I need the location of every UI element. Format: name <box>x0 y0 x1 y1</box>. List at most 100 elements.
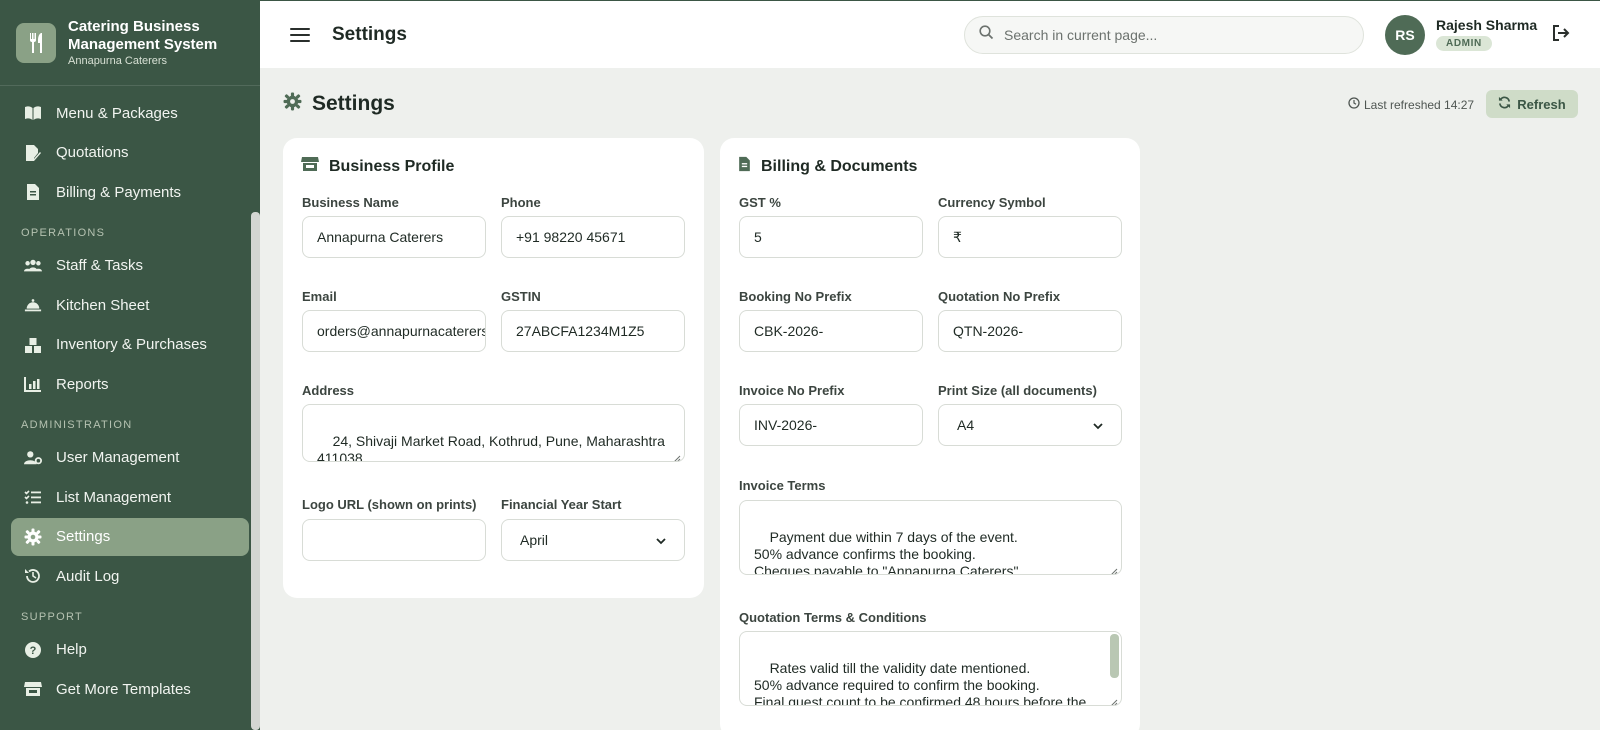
business-name-label: Business Name <box>302 195 399 210</box>
search-input[interactable]: Search in current page... <box>964 16 1364 54</box>
search-placeholder: Search in current page... <box>1004 27 1158 43</box>
history-icon <box>24 567 42 585</box>
sidebar: Catering Business Management System Anna… <box>0 0 260 730</box>
user-name: Rajesh Sharma <box>1436 17 1538 33</box>
svg-text:?: ? <box>30 645 37 657</box>
refresh-button[interactable]: Refresh <box>1486 90 1578 118</box>
invoice-terms-text: Payment due within 7 days of the event. … <box>754 529 1023 575</box>
sidebar-nav: Menu & Packages Quotations Billing & Pay… <box>0 86 260 708</box>
invoice-prefix-input[interactable]: INV-2026- <box>739 404 923 446</box>
gst-label: GST % <box>739 195 781 210</box>
help-icon: ? <box>24 641 42 659</box>
card-title: Business Profile <box>301 156 454 177</box>
gstin-label: GSTIN <box>501 289 541 304</box>
business-name-input[interactable]: Annapurna Caterers <box>302 216 486 258</box>
quotation-terms-textarea[interactable]: Rates valid till the validity date menti… <box>739 631 1122 706</box>
brand-title: Catering Business Management System <box>68 18 218 53</box>
card-title-text: Business Profile <box>329 157 455 175</box>
nav-section-administration: ADMINISTRATION <box>21 418 133 431</box>
gst-input[interactable]: 5 <box>739 216 923 258</box>
store-icon <box>301 156 319 177</box>
print-size-value: A4 <box>957 417 975 433</box>
sidebar-item-user-management[interactable]: User Management <box>11 439 249 477</box>
hamburger-menu-icon[interactable] <box>290 27 310 42</box>
nav-section-operations: OPERATIONS <box>21 226 106 239</box>
sidebar-item-label: User Management <box>56 449 180 466</box>
sidebar-item-label: Menu & Packages <box>56 104 178 122</box>
sidebar-item-help[interactable]: ? Help <box>11 631 249 669</box>
logout-icon[interactable] <box>1552 25 1570 46</box>
file-signature-icon <box>24 144 42 162</box>
resize-grip-icon[interactable] <box>673 450 681 461</box>
fy-start-label: Financial Year Start <box>501 497 622 512</box>
phone-input[interactable]: +91 98220 45671 <box>501 216 685 258</box>
currency-input[interactable]: ₹ <box>938 216 1122 258</box>
people-icon <box>24 257 42 275</box>
sidebar-item-label: Kitchen Sheet <box>56 296 150 314</box>
sidebar-item-reports[interactable]: Reports <box>11 365 249 403</box>
address-textarea[interactable]: 24, Shivaji Market Road, Kothrud, Pune, … <box>302 404 685 462</box>
email-label: Email <box>302 289 337 304</box>
print-size-select[interactable]: A4 <box>938 404 1122 446</box>
sidebar-item-billing-payments[interactable]: Billing & Payments <box>11 173 249 211</box>
sidebar-item-menu-packages[interactable]: Menu & Packages <box>11 94 249 132</box>
quotation-terms-label: Quotation Terms & Conditions <box>739 610 927 625</box>
invoice-terms-textarea[interactable]: Payment due within 7 days of the event. … <box>739 500 1122 575</box>
sidebar-item-staff-tasks[interactable]: Staff & Tasks <box>11 247 249 285</box>
avatar[interactable]: RS <box>1385 15 1425 55</box>
boxes-icon <box>24 336 42 354</box>
currency-label: Currency Symbol <box>938 195 1046 210</box>
fy-start-select[interactable]: April <box>501 519 685 561</box>
booking-prefix-input[interactable]: CBK-2026- <box>739 310 923 352</box>
gear-icon <box>24 528 42 546</box>
store-icon <box>24 680 42 698</box>
sidebar-item-label: List Management <box>56 488 172 506</box>
sidebar-item-label: Reports <box>56 375 109 393</box>
address-text: 24, Shivaji Market Road, Kothrud, Pune, … <box>317 433 669 462</box>
quotation-prefix-label: Quotation No Prefix <box>938 289 1061 304</box>
chart-icon <box>24 375 42 393</box>
sidebar-item-label: Quotations <box>56 144 129 161</box>
brand: Catering Business Management System Anna… <box>0 0 260 86</box>
card-title: Billing & Documents <box>738 156 917 177</box>
sidebar-item-list-management[interactable]: List Management <box>11 478 249 516</box>
logo-url-label: Logo URL (shown on prints) <box>302 497 477 512</box>
sidebar-scrollbar[interactable] <box>251 212 260 730</box>
sidebar-item-inventory-purchases[interactable]: Inventory & Purchases <box>11 326 249 364</box>
sidebar-item-kitchen-sheet[interactable]: Kitchen Sheet <box>11 286 249 324</box>
chevron-down-icon <box>1093 417 1103 433</box>
search-icon <box>979 25 994 45</box>
role-badge: ADMIN <box>1436 36 1492 51</box>
textarea-scrollbar[interactable] <box>1110 634 1119 678</box>
logo-url-input[interactable] <box>302 519 486 561</box>
sidebar-item-get-more-templates[interactable]: Get More Templates <box>11 670 249 708</box>
sidebar-item-quotations[interactable]: Quotations <box>11 134 249 172</box>
resize-grip-icon[interactable] <box>1110 563 1118 574</box>
phone-label: Phone <box>501 195 541 210</box>
page-header: Settings <box>283 92 395 116</box>
address-label: Address <box>302 383 355 398</box>
print-size-label: Print Size (all documents) <box>938 383 1097 398</box>
utensils-icon <box>16 22 56 63</box>
sidebar-item-settings[interactable]: Settings <box>11 517 249 556</box>
quotation-terms-text: Rates valid till the validity date menti… <box>754 660 1087 706</box>
refresh-label: Refresh <box>1517 96 1566 112</box>
quotation-prefix-input[interactable]: QTN-2026- <box>938 310 1122 352</box>
gstin-input[interactable]: 27ABCFA1234M1Z5 <box>501 310 685 352</box>
business-profile-card: Business Profile Business Name Annapurna… <box>283 138 704 598</box>
fy-start-value: April <box>520 532 549 548</box>
invoice-icon <box>738 156 751 177</box>
email-input[interactable]: orders@annapurnacaterers.in <box>302 310 486 352</box>
sidebar-item-label: Inventory & Purchases <box>56 336 207 353</box>
refresh-icon <box>1498 96 1511 112</box>
sidebar-item-label: Settings <box>56 528 111 545</box>
resize-grip-icon[interactable] <box>1110 694 1118 705</box>
sidebar-item-audit-log[interactable]: Audit Log <box>11 557 249 595</box>
sidebar-item-label: Get More Templates <box>56 680 191 698</box>
booking-prefix-label: Booking No Prefix <box>739 289 852 304</box>
nav-section-support: SUPPORT <box>21 610 84 623</box>
user-gear-icon <box>24 449 42 467</box>
invoice-prefix-label: Invoice No Prefix <box>739 383 845 398</box>
topbar-title: Settings <box>332 23 407 45</box>
clock-icon <box>1348 97 1360 112</box>
